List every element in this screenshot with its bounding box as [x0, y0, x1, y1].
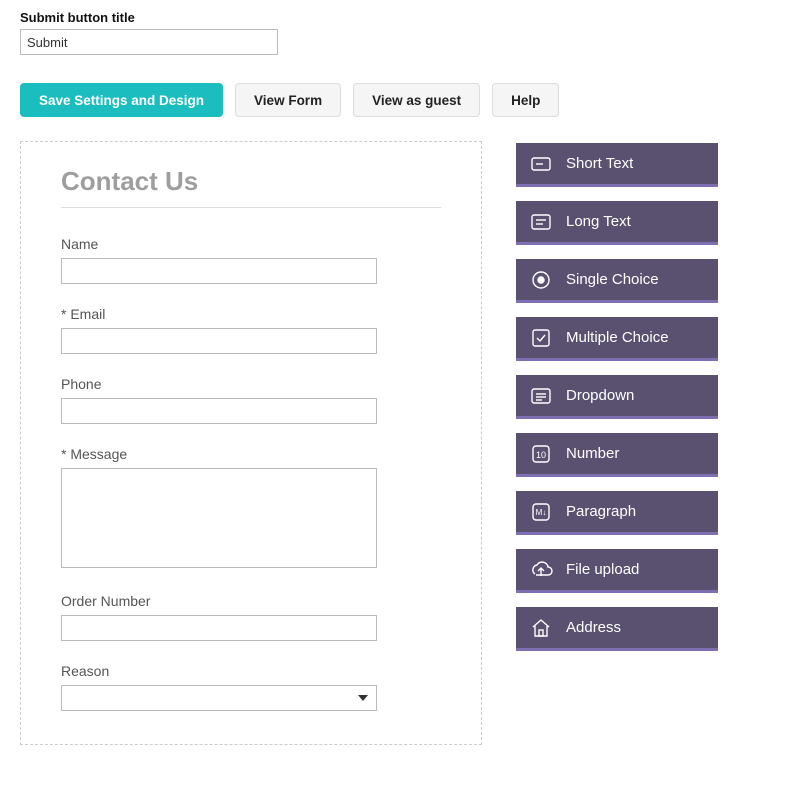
field-tile-label: Paragraph — [566, 503, 636, 520]
field-name: Name — [61, 236, 441, 284]
field-email-input[interactable] — [61, 328, 377, 354]
field-name-input[interactable] — [61, 258, 377, 284]
svg-text:10: 10 — [536, 450, 546, 460]
submit-button-title-input[interactable] — [20, 29, 278, 55]
field-tile-address[interactable]: Address — [516, 607, 718, 651]
form-title: Contact Us — [61, 166, 441, 197]
field-order-number: Order Number — [61, 593, 441, 641]
toolbar: Save Settings and Design View Form View … — [20, 83, 780, 117]
chevron-down-icon — [358, 695, 368, 701]
file-upload-icon — [528, 557, 554, 583]
field-phone-input[interactable] — [61, 398, 377, 424]
field-palette: Short Text Long Text Single Choice Multi… — [516, 141, 718, 651]
address-icon — [528, 615, 554, 641]
field-tile-dropdown[interactable]: Dropdown — [516, 375, 718, 419]
field-tile-label: Dropdown — [566, 387, 634, 404]
field-tile-label: Long Text — [566, 213, 631, 230]
field-tile-label: Single Choice — [566, 271, 659, 288]
dropdown-icon — [528, 383, 554, 409]
help-button[interactable]: Help — [492, 83, 559, 117]
field-order-number-label: Order Number — [61, 593, 441, 609]
field-name-label: Name — [61, 236, 441, 252]
field-order-number-input[interactable] — [61, 615, 377, 641]
form-title-underline — [61, 207, 441, 208]
long-text-icon — [528, 209, 554, 235]
submit-button-title-label: Submit button title — [20, 10, 780, 25]
field-phone-label: Phone — [61, 376, 441, 392]
field-reason-label: Reason — [61, 663, 441, 679]
field-tile-label: File upload — [566, 561, 639, 578]
form-canvas: Contact Us Name * Email Phone * Message … — [20, 141, 482, 745]
svg-text:M↓: M↓ — [536, 508, 547, 517]
field-email-label: * Email — [61, 306, 441, 322]
field-tile-single-choice[interactable]: Single Choice — [516, 259, 718, 303]
field-tile-label: Short Text — [566, 155, 633, 172]
field-reason: Reason — [61, 663, 441, 711]
field-email: * Email — [61, 306, 441, 354]
field-message-label: * Message — [61, 446, 441, 462]
field-tile-file-upload[interactable]: File upload — [516, 549, 718, 593]
view-form-button[interactable]: View Form — [235, 83, 341, 117]
field-phone: Phone — [61, 376, 441, 424]
field-message-input[interactable] — [61, 468, 377, 568]
field-tile-long-text[interactable]: Long Text — [516, 201, 718, 245]
field-tile-paragraph[interactable]: M↓ Paragraph — [516, 491, 718, 535]
short-text-icon — [528, 151, 554, 177]
number-icon: 10 — [528, 441, 554, 467]
field-tile-label: Multiple Choice — [566, 329, 669, 346]
field-message: * Message — [61, 446, 441, 571]
multiple-choice-icon — [528, 325, 554, 351]
field-tile-multiple-choice[interactable]: Multiple Choice — [516, 317, 718, 361]
field-reason-select[interactable] — [61, 685, 377, 711]
field-tile-label: Number — [566, 445, 619, 462]
single-choice-icon — [528, 267, 554, 293]
view-as-guest-button[interactable]: View as guest — [353, 83, 480, 117]
field-tile-number[interactable]: 10 Number — [516, 433, 718, 477]
paragraph-icon: M↓ — [528, 499, 554, 525]
save-settings-button[interactable]: Save Settings and Design — [20, 83, 223, 117]
field-tile-short-text[interactable]: Short Text — [516, 143, 718, 187]
field-tile-label: Address — [566, 619, 621, 636]
